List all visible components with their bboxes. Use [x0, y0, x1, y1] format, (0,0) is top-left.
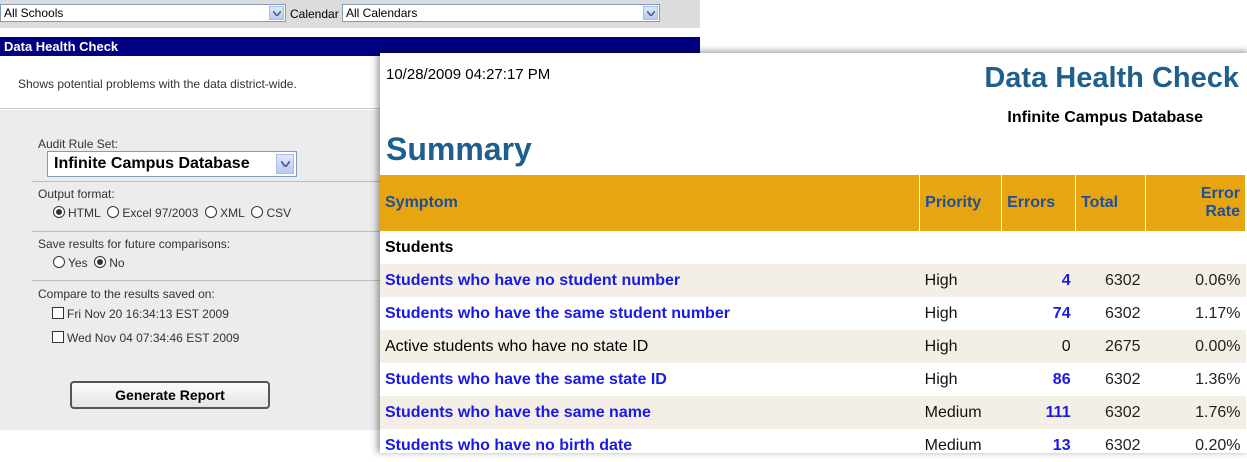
symptom-cell[interactable]: Students who have the same name [380, 396, 920, 429]
save-results-label: Save results for future comparisons: [38, 237, 231, 251]
output-csv-radio[interactable]: CSV [251, 206, 291, 220]
divider [32, 231, 382, 232]
symptom-link[interactable]: Students who have no birth date [385, 437, 632, 454]
divider [32, 181, 382, 182]
symptom-cell[interactable]: Students who have the same student numbe… [380, 297, 920, 330]
error-rate-cell: 1.76% [1145, 396, 1246, 429]
output-excel-radio[interactable]: Excel 97/2003 [107, 206, 198, 220]
table-row: Students who have the same name Medium 111… [380, 396, 1246, 429]
error-rate-cell: 0.06% [1145, 264, 1246, 297]
priority-cell: High [924, 304, 958, 322]
report-timestamp: 10/28/2009 04:27:17 PM [386, 66, 551, 83]
calendar-label: Calendar [290, 7, 339, 21]
total-cell: 6302 [1104, 304, 1141, 322]
symptom-cell[interactable]: Students who have no student number [380, 264, 920, 297]
table-row: Students who have no student number High 4… [380, 264, 1246, 297]
radio-selected-icon [94, 256, 107, 268]
table-row: Students who have no birth date Medium 13 6… [380, 429, 1246, 462]
col-total: Total [1075, 175, 1147, 231]
radio-icon [107, 206, 120, 218]
error-rate-cell: 1.17% [1195, 304, 1241, 322]
priority-cell: Medium [924, 436, 982, 454]
save-results-options: Yes No [53, 256, 125, 270]
chevron-down-icon[interactable] [643, 6, 658, 20]
audit-rule-label: Audit Rule Set: [38, 137, 119, 151]
symptom-link[interactable]: Students who have the same student numbe… [385, 305, 730, 322]
output-format-label: Output format: [38, 187, 115, 201]
total-cell: 6302 [1075, 396, 1146, 429]
save-yes-radio[interactable]: Yes [53, 256, 88, 270]
checkbox-icon [52, 331, 64, 343]
priority-cell: High [924, 370, 958, 388]
summary-table: Symptom Priority Errors Total Error Rate … [380, 175, 1246, 462]
group-label: Students [385, 238, 454, 256]
output-html-radio[interactable]: HTML [53, 206, 101, 220]
errors-cell[interactable]: 74 [1002, 297, 1076, 330]
compare-option-1[interactable]: Fri Nov 20 16:34:13 EST 2009 [52, 307, 229, 321]
error-rate-cell: 0.00% [1145, 330, 1246, 363]
radio-icon [53, 256, 65, 268]
summary-heading: Summary [386, 131, 532, 167]
table-row: Students who have the same state ID High 8… [380, 363, 1246, 396]
errors-cell[interactable]: 86 [1002, 363, 1076, 396]
radio-icon [205, 206, 218, 218]
divider [32, 280, 382, 281]
symptom-link[interactable]: Students who have the same name [385, 404, 651, 421]
errors-cell[interactable]: 13 [1002, 429, 1076, 462]
compare-label: Compare to the results saved on: [38, 287, 215, 301]
col-symptom: Symptom [380, 175, 921, 231]
compare-option-2[interactable]: Wed Nov 04 07:34:46 EST 2009 [52, 331, 239, 345]
calendar-select[interactable]: All Calendars [342, 4, 660, 22]
error-rate-cell: 1.36% [1195, 370, 1241, 388]
audit-rule-value: Infinite Campus Database [54, 155, 250, 172]
report-title: Data Health Check [984, 62, 1239, 94]
filter-bar: All Schools Calendar All Calendars [0, 0, 700, 28]
priority-cell: Medium [919, 396, 1002, 429]
total-cell: 6302 [1075, 264, 1146, 297]
symptom-cell: Active students who have no state ID [380, 330, 920, 363]
col-priority: Priority [919, 175, 1003, 231]
generate-report-button[interactable]: Generate Report [70, 381, 270, 409]
report-window: 10/28/2009 04:27:17 PM Data Health Check… [380, 53, 1247, 454]
errors-cell: 0 [1001, 330, 1076, 363]
table-header: Symptom Priority Errors Total Error Rate [380, 175, 1246, 231]
audit-rule-select[interactable]: Infinite Campus Database [47, 151, 297, 177]
col-error-rate: Error Rate [1145, 175, 1246, 231]
school-select-value: All Schools [4, 6, 64, 20]
errors-cell[interactable]: 111 [1001, 396, 1076, 429]
table-row: Students who have the same student numbe… [380, 297, 1246, 330]
save-no-radio[interactable]: No [94, 256, 125, 270]
radio-icon [251, 206, 264, 218]
symptom-link[interactable]: Students who have no student number [385, 272, 680, 289]
error-rate-cell: 0.20% [1195, 436, 1241, 454]
checkbox-icon [52, 307, 64, 319]
output-xml-radio[interactable]: XML [205, 206, 245, 220]
col-errors: Errors [1001, 175, 1077, 231]
school-select[interactable]: All Schools [0, 4, 286, 22]
symptom-link[interactable]: Students who have the same state ID [385, 371, 667, 388]
calendar-select-value: All Calendars [346, 6, 418, 20]
total-cell: 6302 [1104, 370, 1141, 388]
table-row: Active students who have no state ID High… [380, 330, 1246, 363]
report-subtitle: Infinite Campus Database [1007, 109, 1203, 126]
chevron-down-icon[interactable] [269, 6, 284, 20]
errors-cell[interactable]: 4 [1001, 264, 1076, 297]
chevron-down-icon[interactable] [276, 154, 294, 174]
panel-description: Shows potential problems with the data d… [18, 77, 297, 91]
radio-selected-icon [53, 206, 65, 218]
group-row: Students [380, 231, 1246, 264]
priority-cell: High [919, 330, 1002, 363]
symptom-cell[interactable]: Students who have the same state ID [380, 363, 920, 396]
total-cell: 2675 [1075, 330, 1146, 363]
priority-cell: High [919, 264, 1002, 297]
output-format-options: HTML Excel 97/2003 XML CSV [53, 206, 291, 220]
total-cell: 6302 [1104, 436, 1141, 454]
symptom-cell[interactable]: Students who have no birth date [380, 429, 920, 462]
